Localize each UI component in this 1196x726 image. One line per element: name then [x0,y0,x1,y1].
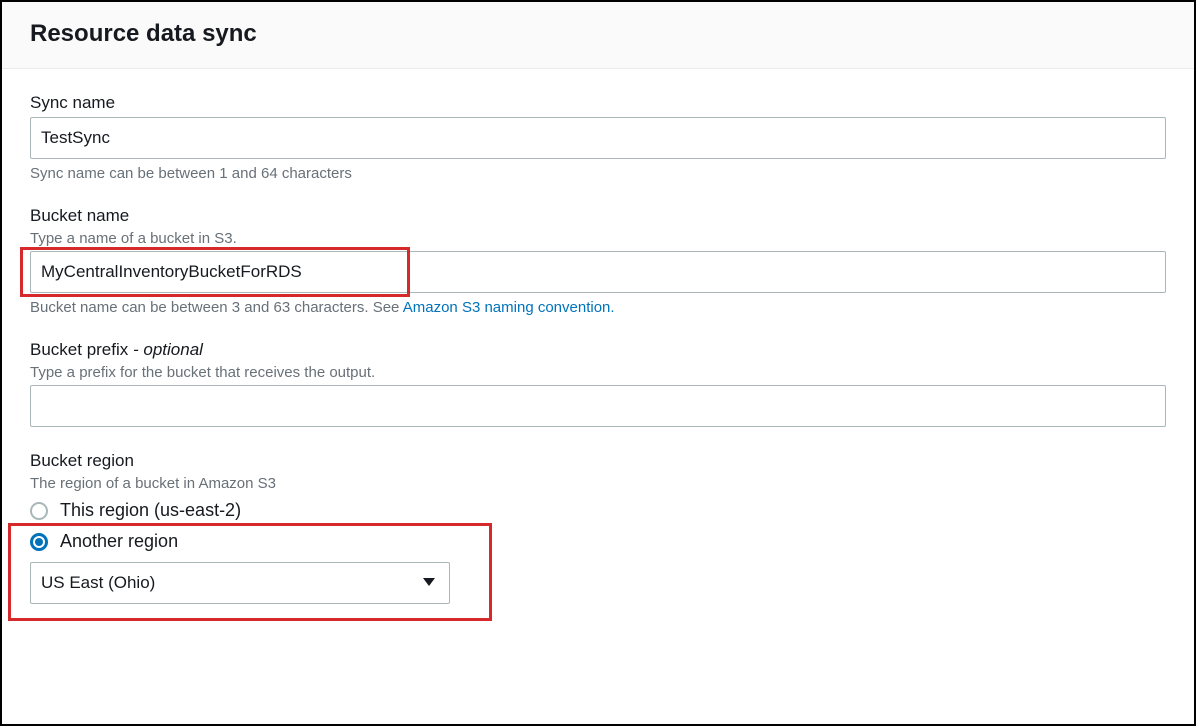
sync-name-group: Sync name Sync name can be between 1 and… [30,93,1166,182]
bucket-name-sublabel: Type a name of a bucket in S3. [30,230,1166,247]
bucket-prefix-group: Bucket prefix - optional Type a prefix f… [30,340,1166,427]
region-select[interactable]: US East (Ohio) [30,562,450,604]
bucket-name-help: Bucket name can be between 3 and 63 char… [30,299,1166,316]
radio-another-region[interactable]: Another region [30,531,1166,552]
bucket-name-input[interactable] [30,251,1166,293]
radio-another-region-label: Another region [60,531,178,552]
bucket-prefix-label: Bucket prefix - optional [30,340,1166,360]
radio-this-region-label: This region (us-east-2) [60,500,241,521]
bucket-name-label: Bucket name [30,206,1166,226]
region-select-value: US East (Ohio) [30,562,450,604]
bucket-prefix-sublabel: Type a prefix for the bucket that receiv… [30,364,1166,381]
bucket-name-group: Bucket name Type a name of a bucket in S… [30,206,1166,316]
radio-icon [30,502,48,520]
bucket-name-help-text: Bucket name can be between 3 and 63 char… [30,299,403,316]
sync-name-label: Sync name [30,93,1166,113]
bucket-region-label: Bucket region [30,451,1166,471]
sync-name-help: Sync name can be between 1 and 64 charac… [30,165,1166,182]
s3-naming-link[interactable]: Amazon S3 naming convention. [403,299,615,316]
sync-name-input[interactable] [30,117,1166,159]
page-header: Resource data sync [2,2,1194,69]
bucket-region-group: Bucket region The region of a bucket in … [30,451,1166,604]
radio-this-region[interactable]: This region (us-east-2) [30,500,1166,521]
region-radio-group: This region (us-east-2) Another region U… [30,500,1166,604]
radio-icon-selected [30,533,48,551]
bucket-region-sublabel: The region of a bucket in Amazon S3 [30,475,1166,492]
form-content: Sync name Sync name can be between 1 and… [2,69,1194,628]
bucket-prefix-input[interactable] [30,385,1166,427]
page-title: Resource data sync [30,20,1166,48]
